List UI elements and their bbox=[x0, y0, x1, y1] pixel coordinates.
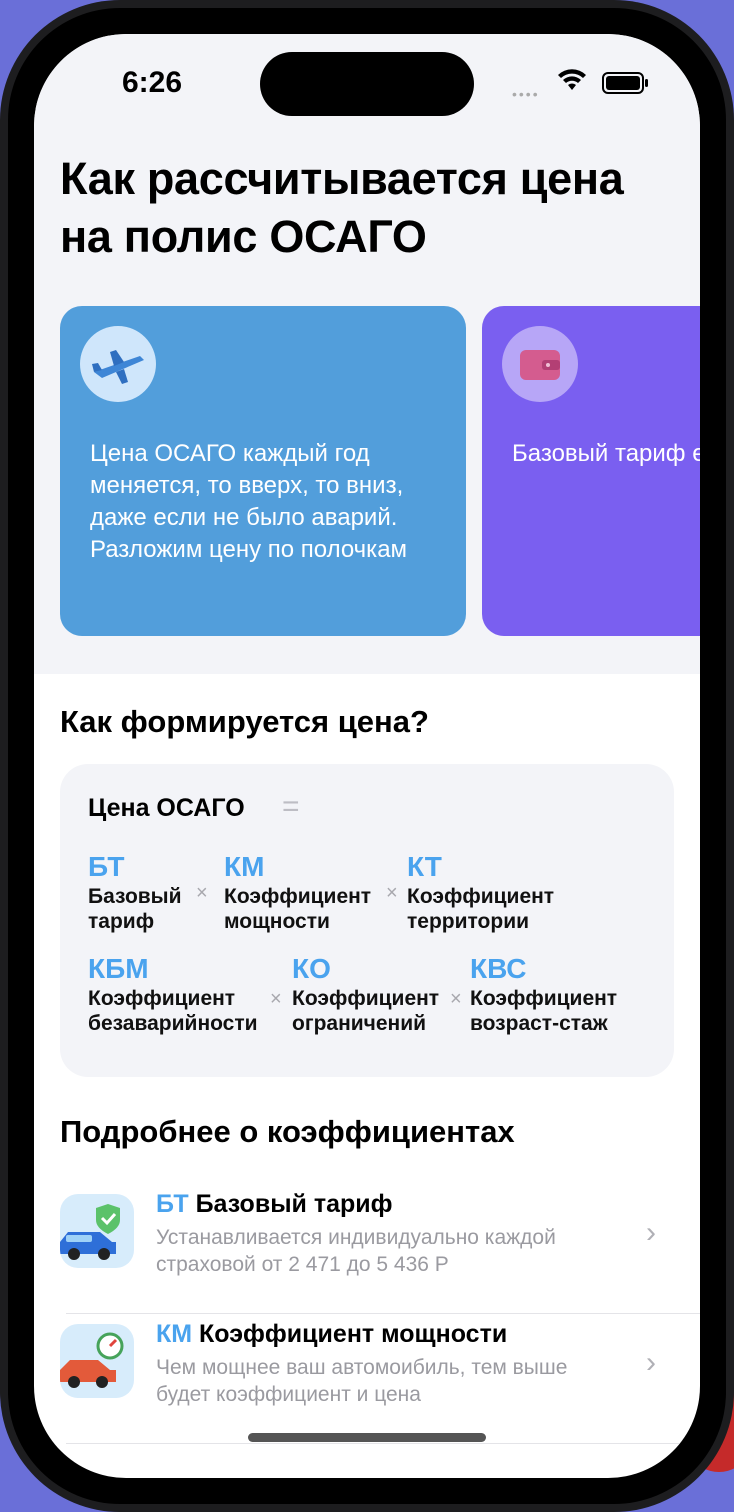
coefficient-list: БТ Базовый тариф Устанавливается индивид… bbox=[60, 1184, 700, 1444]
chevron-right-icon: › bbox=[646, 1216, 656, 1249]
list-item[interactable]: БТ Базовый тариф Устанавливается индивид… bbox=[60, 1184, 700, 1314]
term-name: Коэффициент bbox=[470, 987, 618, 1010]
term-code: КМ bbox=[224, 851, 265, 882]
term-code: КБМ bbox=[88, 953, 149, 984]
times-sign: × bbox=[450, 988, 462, 1010]
list-item[interactable]: КМ Коэффициент мощности Чем мощнее ваш а… bbox=[60, 1314, 700, 1444]
term-km: КМ Коэффициент мощности bbox=[224, 850, 371, 934]
term-name: Коэффициент bbox=[224, 885, 372, 908]
list-item-code: БТ bbox=[156, 1190, 189, 1218]
term-name: территории bbox=[407, 910, 530, 933]
car-shield-icon bbox=[60, 1194, 134, 1268]
cellular-signal-icon: •••• bbox=[512, 86, 540, 102]
home-indicator[interactable] bbox=[248, 1433, 486, 1442]
list-item-subtitle: Устанавливается индивидуально каждой стр… bbox=[156, 1226, 556, 1276]
wallet-icon bbox=[502, 326, 578, 402]
info-cards-carousel[interactable]: Цена ОСАГО каждый год меняется, то вверх… bbox=[60, 306, 700, 636]
airplane-icon bbox=[80, 326, 156, 402]
term-name: ограничений bbox=[292, 1012, 427, 1035]
term-name: Коэффициент bbox=[407, 885, 555, 908]
term-kt: КТ Коэффициент территории bbox=[407, 850, 554, 934]
status-bar: 6:26 •••• bbox=[34, 34, 700, 134]
times-sign: × bbox=[270, 988, 282, 1010]
list-item-code: КМ bbox=[156, 1320, 193, 1348]
equals-sign: = bbox=[282, 790, 300, 823]
term-name: безаварийности bbox=[88, 1012, 258, 1035]
list-item-label: Базовый тариф bbox=[195, 1190, 393, 1218]
term-code: КВС bbox=[470, 953, 527, 984]
term-name: Базовый bbox=[88, 885, 182, 908]
list-item-title: БТ Базовый тариф bbox=[156, 1190, 393, 1219]
list-item-title: КМ Коэффициент мощности bbox=[156, 1320, 507, 1349]
screen: 6:26 •••• Как рассчитывается цена на пол… bbox=[34, 34, 700, 1478]
card-text: Базовый тариф единственный п который инд… bbox=[512, 440, 700, 467]
term-code: БТ bbox=[88, 851, 125, 882]
status-time: 6:26 bbox=[122, 66, 183, 99]
term-kvs: КВС Коэффициент возраст-стаж bbox=[470, 952, 617, 1036]
price-formula: Цена ОСАГО = БТ Базовый тариф × КМ Коэфф… bbox=[60, 764, 674, 1077]
term-kbm: КБМ Коэффициент безаварийности bbox=[88, 952, 258, 1036]
formula-head: Цена ОСАГО bbox=[88, 794, 245, 822]
term-name: тариф bbox=[88, 910, 155, 933]
info-card-price-changes[interactable]: Цена ОСАГО каждый год меняется, то вверх… bbox=[60, 306, 466, 636]
list-item-subtitle: Чем мощнее ваш автомоибиль, тем выше буд… bbox=[156, 1356, 568, 1406]
formation-title: Как формируется цена? bbox=[60, 704, 429, 739]
term-code: КТ bbox=[407, 851, 442, 882]
chevron-right-icon: › bbox=[646, 1346, 656, 1379]
term-name: Коэффициент bbox=[292, 987, 440, 1010]
battery-icon bbox=[602, 72, 648, 94]
term-name: Коэффициент bbox=[88, 987, 236, 1010]
times-sign: × bbox=[386, 882, 398, 904]
wifi-icon bbox=[558, 69, 586, 90]
term-ko: КО Коэффициент ограничений bbox=[292, 952, 439, 1036]
term-code: КО bbox=[292, 953, 331, 984]
card-text: Цена ОСАГО каждый год меняется, то вверх… bbox=[90, 440, 408, 563]
car-speedometer-icon bbox=[60, 1324, 134, 1398]
term-bt: БТ Базовый тариф bbox=[88, 850, 182, 934]
info-card-base-tariff[interactable]: Базовый тариф единственный п который инд… bbox=[482, 306, 700, 636]
term-name: мощности bbox=[224, 910, 330, 933]
times-sign: × bbox=[196, 882, 208, 904]
page-title: Как рассчитывается цена на полис ОСАГО bbox=[60, 153, 624, 262]
list-item-label: Коэффициент мощности bbox=[199, 1320, 508, 1348]
details-title: Подробнее о коэффициентах bbox=[60, 1114, 515, 1149]
term-name: возраст-стаж bbox=[470, 1012, 608, 1035]
dynamic-island bbox=[260, 52, 474, 116]
divider bbox=[66, 1443, 700, 1444]
